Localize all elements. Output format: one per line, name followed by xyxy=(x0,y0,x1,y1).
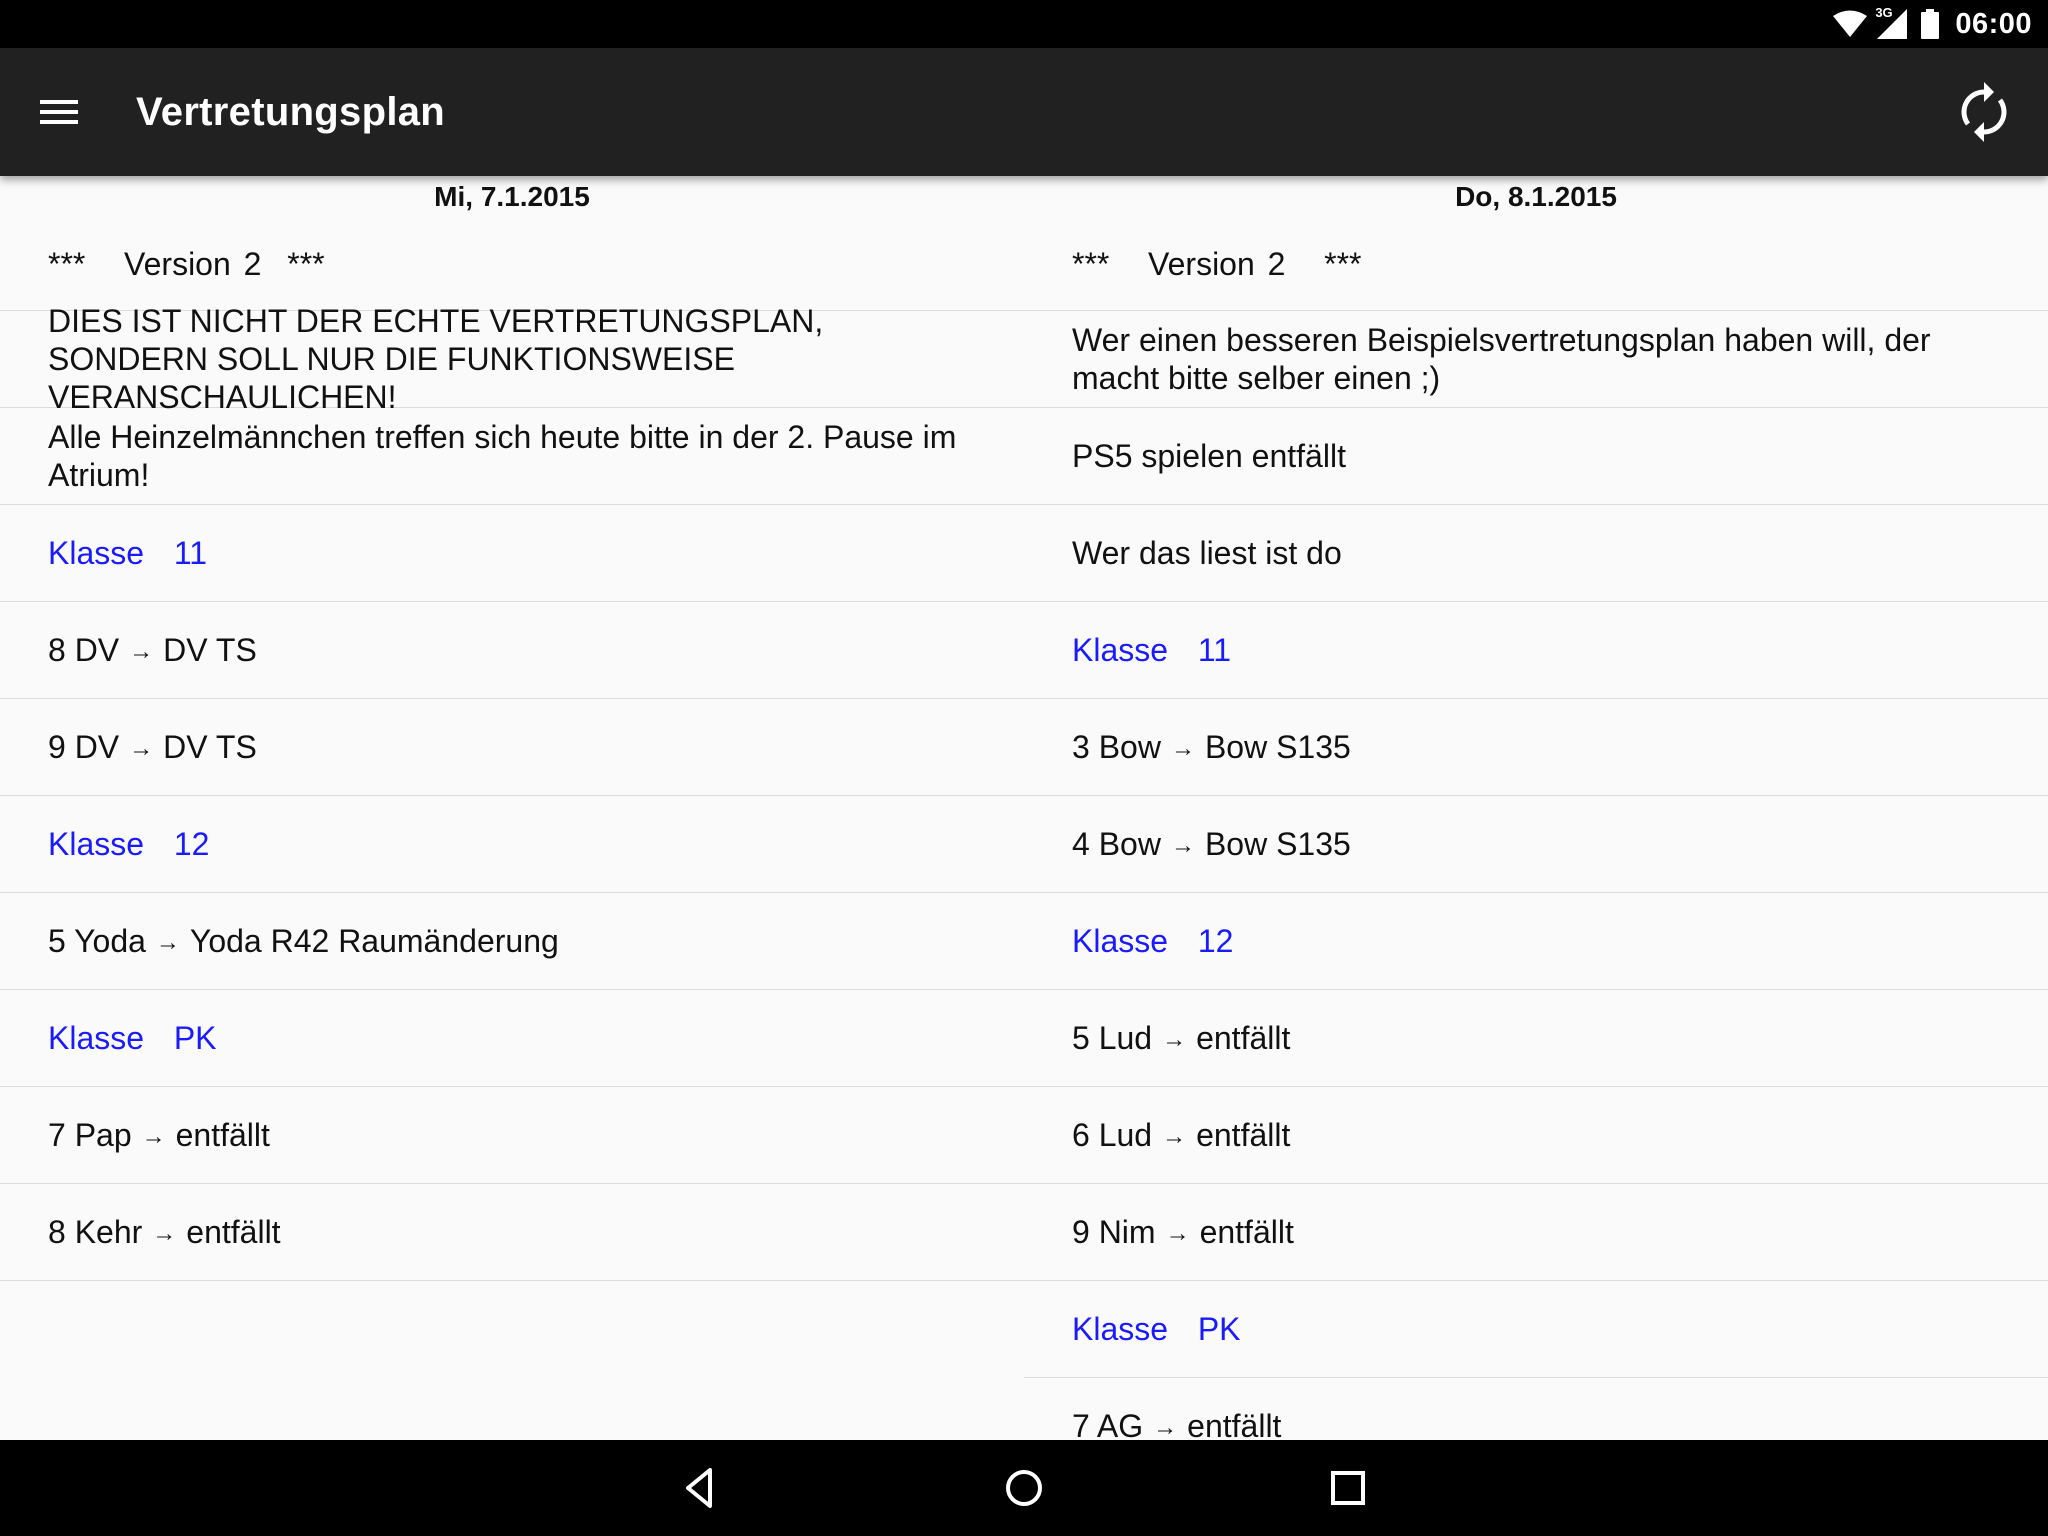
entry-replacement: entfällt xyxy=(1199,1214,1294,1250)
arrow-icon: → xyxy=(129,735,154,762)
entry-replacement: entfällt xyxy=(175,1117,270,1153)
entry-original: 5 Lud xyxy=(1072,1020,1153,1056)
entry-replacement: entfällt xyxy=(186,1214,281,1250)
class-heading-link[interactable]: Klasse PK xyxy=(1024,1281,2048,1378)
entry-replacement: entfällt xyxy=(1187,1408,1282,1440)
version-header: *** Version 2 *** xyxy=(1024,218,2048,311)
version-header: *** Version 2 *** xyxy=(0,218,1024,311)
entry-replacement: Bow S135 xyxy=(1204,826,1351,862)
refresh-icon[interactable] xyxy=(1950,78,2018,146)
arrow-icon: → xyxy=(1170,832,1195,859)
class-heading-link[interactable]: Klasse 11 xyxy=(1024,602,2048,699)
notice-row: PS5 spielen entfällt xyxy=(1024,408,2048,505)
arrow-icon: → xyxy=(1162,1026,1187,1053)
day-column-1: Mi, 7.1.2015 *** Version 2 *** DIES IST … xyxy=(0,176,1024,1440)
substitution-entry: 9 DV → DV TS xyxy=(0,699,1024,796)
arrow-icon: → xyxy=(152,1220,177,1247)
substitution-entry: 5 Lud → entfällt xyxy=(1024,990,2048,1087)
class-heading-link[interactable]: Klasse 12 xyxy=(1024,893,2048,990)
arrow-icon: → xyxy=(141,1123,166,1150)
substitution-entry: 7 Pap → entfällt xyxy=(0,1087,1024,1184)
entry-original: 8 DV xyxy=(48,632,120,668)
status-bar: 3G 06:00 xyxy=(0,0,2048,48)
entry-original: 9 DV xyxy=(48,729,120,765)
recents-icon[interactable] xyxy=(1324,1464,1372,1512)
arrow-icon: → xyxy=(1162,1123,1187,1150)
entry-original: 7 AG xyxy=(1072,1408,1144,1440)
arrow-icon: → xyxy=(1153,1414,1178,1440)
app-toolbar: Vertretungsplan xyxy=(0,48,2048,176)
notice-row: Alle Heinzelmännchen treffen sich heute … xyxy=(0,408,1024,505)
entry-replacement: Bow S135 xyxy=(1204,729,1351,765)
column-date: Do, 8.1.2015 xyxy=(1455,181,1617,212)
row-list: DIES IST NICHT DER ECHTE VERTRETUNGSPLAN… xyxy=(0,303,1024,1281)
app-title: Vertretungsplan xyxy=(136,90,446,134)
entry-original: 3 Bow xyxy=(1072,729,1161,765)
arrow-icon: → xyxy=(155,929,180,956)
substitution-entry: 7 AG → entfällt xyxy=(1024,1378,2048,1440)
class-heading-link[interactable]: Klasse 12 xyxy=(0,796,1024,893)
class-heading-link[interactable]: Klasse 11 xyxy=(0,505,1024,602)
arrow-icon: → xyxy=(129,638,154,665)
network-type-label: 3G xyxy=(1875,5,1893,20)
notice-row: Wer das liest ist do xyxy=(1024,505,2048,602)
wifi-icon xyxy=(1833,10,1868,38)
notice-row: DIES IST NICHT DER ECHTE VERTRETUNGSPLAN… xyxy=(0,303,1024,415)
class-heading-link[interactable]: Klasse PK xyxy=(0,990,1024,1087)
back-icon[interactable] xyxy=(676,1464,724,1512)
entry-replacement: DV TS xyxy=(163,632,257,668)
entry-original: 7 Pap xyxy=(48,1117,132,1153)
entry-original: 8 Kehr xyxy=(48,1214,143,1250)
status-clock: 06:00 xyxy=(1955,7,2032,40)
substitution-entry: 5 Yoda → Yoda R42 Raumänderung xyxy=(0,893,1024,990)
substitution-plan-content[interactable]: Mi, 7.1.2015 *** Version 2 *** DIES IST … xyxy=(0,176,2048,1440)
arrow-icon: → xyxy=(1165,1220,1190,1247)
substitution-entry: 6 Lud → entfällt xyxy=(1024,1087,2048,1184)
battery-icon xyxy=(1921,9,1940,39)
entry-original: 5 Yoda xyxy=(48,923,146,959)
home-icon[interactable] xyxy=(1000,1464,1048,1512)
substitution-entry: 8 Kehr → entfällt xyxy=(0,1184,1024,1281)
entry-replacement: DV TS xyxy=(163,729,257,765)
entry-replacement: entfällt xyxy=(1196,1020,1291,1056)
entry-original: 6 Lud xyxy=(1072,1117,1153,1153)
substitution-entry: 3 Bow → Bow S135 xyxy=(1024,699,2048,796)
entry-original: 4 Bow xyxy=(1072,826,1161,862)
row-list: Wer einen besseren Beispielsvertretungsp… xyxy=(1024,311,2048,1440)
entry-original: 9 Nim xyxy=(1072,1214,1156,1250)
substitution-entry: 9 Nim → entfällt xyxy=(1024,1184,2048,1281)
hamburger-menu-icon[interactable] xyxy=(38,88,104,136)
navigation-bar xyxy=(0,1440,2048,1536)
substitution-entry: 8 DV → DV TS xyxy=(0,602,1024,699)
substitution-entry: 4 Bow → Bow S135 xyxy=(1024,796,2048,893)
entry-replacement: entfällt xyxy=(1196,1117,1291,1153)
column-date: Mi, 7.1.2015 xyxy=(434,181,590,212)
status-icons: 3G 06:00 xyxy=(1833,0,2032,48)
day-column-2: Do, 8.1.2015 *** Version 2 *** Wer einen… xyxy=(1024,176,2048,1440)
cell-signal-icon: 3G xyxy=(1875,5,1911,39)
entry-replacement: Yoda R42 Raumänderung xyxy=(189,923,559,959)
notice-row: Wer einen besseren Beispielsvertretungsp… xyxy=(1024,311,2048,408)
arrow-icon: → xyxy=(1170,735,1195,762)
